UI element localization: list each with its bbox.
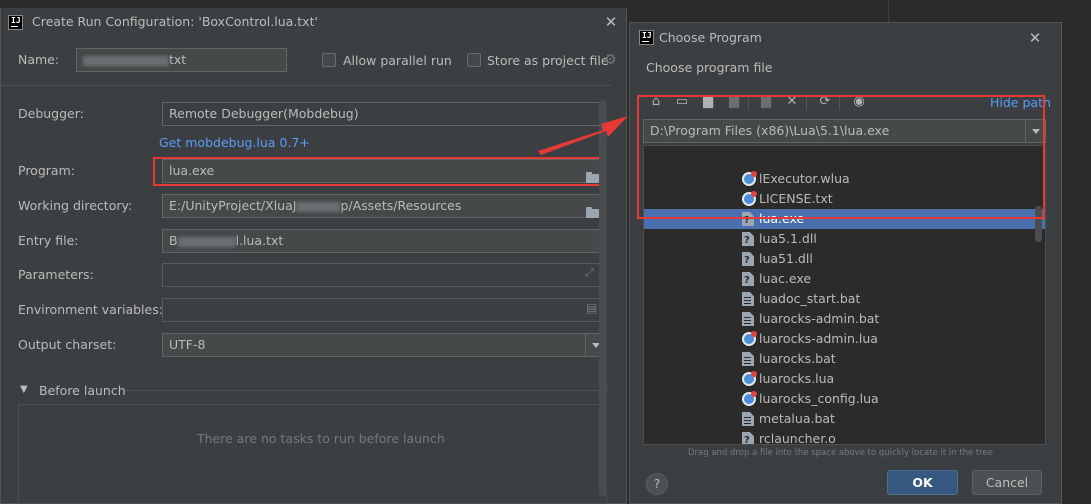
vertical-scrollbar[interactable] xyxy=(599,100,607,496)
entry-file-label: Entry file: xyxy=(18,233,79,248)
file-name: luarocks-admin.lua xyxy=(759,331,878,346)
file-name: luarocks_config.lua xyxy=(759,391,879,406)
text-file-icon xyxy=(742,412,754,426)
output-charset-value: UTF-8 xyxy=(169,337,206,352)
file-tree-item[interactable]: luarocks-admin.lua xyxy=(644,329,1045,349)
allow-parallel-checkbox[interactable] xyxy=(322,53,336,67)
choose-program-dialog: IJ Choose Program ✕ Choose program file … xyxy=(629,22,1062,504)
intellij-logo-icon: IJ xyxy=(8,15,23,30)
collapse-triangle-icon[interactable]: ▼ xyxy=(20,384,28,395)
output-charset-select[interactable]: UTF-8 xyxy=(162,333,606,357)
highlight-chooser xyxy=(637,95,1045,219)
ok-button[interactable]: OK xyxy=(887,470,958,495)
separator xyxy=(125,390,608,391)
dialog-subtitle: Choose program file xyxy=(646,60,773,75)
file-tree-item[interactable]: luarocks.lua xyxy=(644,369,1045,389)
store-as-project-checkbox[interactable] xyxy=(467,53,481,67)
entry-file-value-end: l.lua.txt xyxy=(235,233,284,248)
allow-parallel-label[interactable]: Allow parallel run xyxy=(343,53,452,68)
program-label: Program: xyxy=(18,163,75,178)
file-name: luarocks.bat xyxy=(759,351,836,366)
file-tree-item[interactable]: luarocks-admin.bat xyxy=(644,309,1045,329)
dialog-title: Choose Program xyxy=(659,30,762,45)
file-tree-item[interactable]: luarocks_config.lua xyxy=(644,389,1045,409)
working-directory-label: Working directory: xyxy=(18,198,133,213)
file-name: lua51.dll xyxy=(759,251,813,266)
file-name: luarocks.lua xyxy=(759,371,835,386)
entry-file-field[interactable]: Bl.lua.txt xyxy=(162,229,606,253)
close-icon[interactable]: ✕ xyxy=(1028,31,1042,46)
file-tree-item[interactable]: metalua.bat xyxy=(644,409,1045,429)
file-tree-item[interactable]: rclauncher.o xyxy=(644,429,1045,445)
lua-file-icon xyxy=(742,391,757,406)
cancel-button[interactable]: Cancel xyxy=(972,470,1042,495)
file-tree-item[interactable]: luac.exe xyxy=(644,269,1045,289)
unknown-file-icon xyxy=(742,252,754,266)
file-name: rclauncher.o xyxy=(759,431,836,445)
file-name: luac.exe xyxy=(759,271,812,286)
gear-icon[interactable]: ⚙ xyxy=(604,52,617,68)
debugger-select-value: Remote Debugger(Mobdebug) xyxy=(169,106,359,121)
debugger-select[interactable]: Remote Debugger(Mobdebug) xyxy=(162,102,606,126)
before-launch-tasks-panel: There are no tasks to run before launch xyxy=(18,404,607,504)
lua-file-icon xyxy=(742,371,757,386)
name-field[interactable]: txt xyxy=(76,48,287,72)
dialog-title: Create Run Configuration: 'BoxControl.lu… xyxy=(32,14,318,29)
parameters-label: Parameters: xyxy=(18,267,94,282)
before-launch-label[interactable]: Before launch xyxy=(39,383,126,398)
intellij-logo-icon: IJ xyxy=(639,30,654,45)
file-name: lua5.1.dll xyxy=(759,231,817,246)
text-file-icon xyxy=(742,292,754,306)
environment-variables-label: Environment variables: xyxy=(18,302,163,317)
output-charset-label: Output charset: xyxy=(18,337,117,352)
separator xyxy=(1,85,611,86)
redacted-text xyxy=(177,236,236,247)
expand-icon[interactable]: ⤢ xyxy=(585,266,594,280)
get-mobdebug-link[interactable]: Get mobdebug.lua 0.7+ xyxy=(159,135,310,150)
file-tree-item[interactable]: luarocks.bat xyxy=(644,349,1045,369)
working-directory-value-end: p/Assets/Resources xyxy=(340,198,462,213)
entry-file-value-start: B xyxy=(169,233,178,248)
file-name: luadoc_start.bat xyxy=(759,291,861,306)
text-file-icon xyxy=(742,312,754,326)
no-tasks-text: There are no tasks to run before launch xyxy=(197,431,445,446)
working-directory-field[interactable]: E:/UnityProject/XluaJ p/Assets/Resources xyxy=(162,194,606,218)
working-directory-value-start: E:/UnityProject/XluaJ xyxy=(169,198,297,213)
redacted-text xyxy=(83,55,169,66)
unknown-file-icon xyxy=(742,432,754,444)
name-label: Name: xyxy=(18,52,60,67)
unknown-file-icon xyxy=(742,232,754,246)
text-file-icon xyxy=(742,352,754,366)
drag-drop-hint: Drag and drop a file into the space abov… xyxy=(688,448,994,458)
highlight-program xyxy=(153,157,605,186)
close-icon[interactable]: ✕ xyxy=(604,15,618,30)
help-button[interactable]: ? xyxy=(646,473,668,495)
parameters-field[interactable] xyxy=(162,263,606,287)
unknown-file-icon xyxy=(742,272,754,286)
file-name: metalua.bat xyxy=(759,411,835,426)
file-tree-item[interactable]: lua51.dll xyxy=(644,249,1045,269)
file-tree-item[interactable]: luadoc_start.bat xyxy=(644,289,1045,309)
edit-list-icon[interactable]: ▤ xyxy=(586,301,597,315)
store-as-project-label[interactable]: Store as project file xyxy=(487,53,609,68)
debugger-label: Debugger: xyxy=(18,106,84,121)
lua-file-icon xyxy=(742,331,757,346)
file-name: luarocks-admin.bat xyxy=(759,311,880,326)
redacted-text xyxy=(296,201,341,212)
browse-folder-icon[interactable] xyxy=(586,207,599,218)
environment-variables-field[interactable] xyxy=(162,298,606,322)
create-run-configuration-dialog: IJ Create Run Configuration: 'BoxControl… xyxy=(0,8,627,504)
name-field-value: txt xyxy=(169,52,187,67)
file-tree-item[interactable]: lua5.1.dll xyxy=(644,229,1045,249)
title-bar: IJ Create Run Configuration: 'BoxControl… xyxy=(1,8,626,36)
